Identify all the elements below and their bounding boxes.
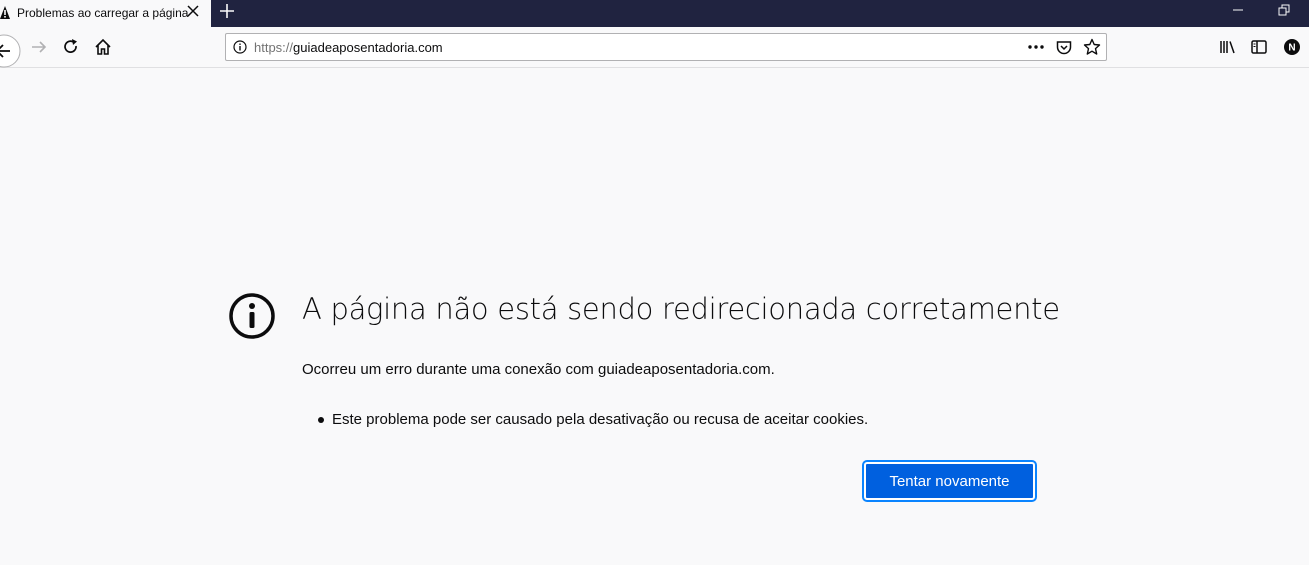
- error-title: A página não está sendo redirecionada co…: [302, 292, 1060, 326]
- url-bar[interactable]: https://guiadeaposentadoria.com: [225, 33, 1107, 61]
- account-initial: N: [1288, 43, 1295, 54]
- pocket-icon[interactable]: [1055, 39, 1073, 57]
- tab-strip: Problemas ao carregar a página: [0, 0, 1309, 27]
- reload-icon[interactable]: [61, 37, 81, 57]
- restore-icon[interactable]: [1276, 2, 1292, 18]
- info-icon: [229, 293, 275, 339]
- sidebar-icon[interactable]: [1250, 38, 1268, 56]
- url-text[interactable]: https://guiadeaposentadoria.com: [254, 40, 443, 55]
- page-actions-icon[interactable]: [1027, 39, 1045, 55]
- navigation-toolbar: https://guiadeaposentadoria.com N: [0, 27, 1309, 68]
- error-bullet: Este problema pode ser causado pela desa…: [318, 411, 868, 428]
- error-bullet-list: Este problema pode ser causado pela desa…: [318, 411, 868, 428]
- back-icon[interactable]: [0, 33, 22, 69]
- new-tab-icon[interactable]: [218, 2, 236, 20]
- url-host: guiadeaposentadoria.com: [293, 40, 443, 55]
- minimize-icon[interactable]: [1230, 2, 1246, 18]
- url-scheme: https://: [254, 40, 294, 55]
- forward-icon[interactable]: [29, 37, 49, 57]
- close-tab-icon[interactable]: [186, 4, 200, 18]
- site-info-icon[interactable]: [233, 40, 247, 54]
- error-description: Ocorreu um erro durante uma conexão com …: [302, 361, 775, 378]
- retry-button[interactable]: Tentar novamente: [862, 460, 1037, 502]
- tab-active[interactable]: Problemas ao carregar a página: [0, 0, 211, 27]
- tab-title: Problemas ao carregar a página: [17, 6, 189, 20]
- bookmark-star-icon[interactable]: [1083, 38, 1101, 56]
- warning-icon: [0, 6, 10, 19]
- account-avatar[interactable]: N: [1283, 38, 1301, 56]
- library-icon[interactable]: [1219, 38, 1237, 56]
- home-icon[interactable]: [93, 37, 113, 57]
